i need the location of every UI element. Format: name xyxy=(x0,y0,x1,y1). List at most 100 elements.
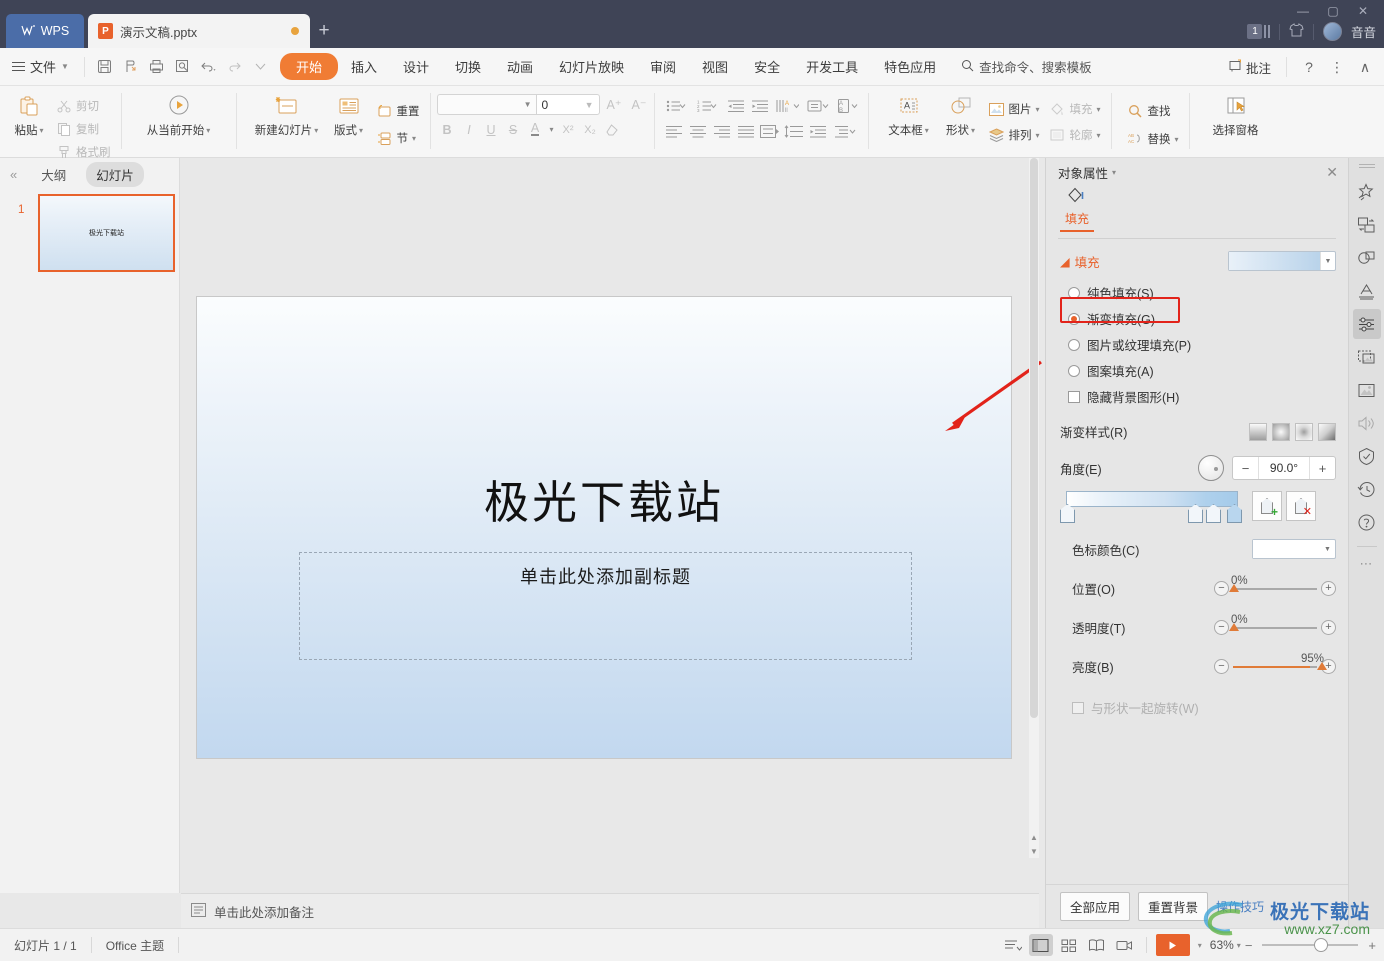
wps-home-tab[interactable]: WPS xyxy=(6,14,84,48)
new-tab-button[interactable]: + xyxy=(310,14,338,48)
stop-color-picker[interactable]: ▼ xyxy=(1252,539,1336,559)
shield-check-icon[interactable] xyxy=(1353,441,1381,471)
radio-pattern-fill[interactable]: 图案填充(A) xyxy=(1068,361,1348,380)
tab-fill[interactable]: 填充 xyxy=(1058,186,1096,232)
help-circle-icon[interactable] xyxy=(1353,507,1381,537)
find-button[interactable]: 查找 xyxy=(1124,101,1183,121)
new-slide-button[interactable]: 新建幻灯片 ▾ xyxy=(249,89,325,151)
gradient-style-linear[interactable] xyxy=(1249,422,1267,441)
angle-decrease-button[interactable]: − xyxy=(1233,457,1258,479)
radio-gradient-fill[interactable]: 渐变填充(G) xyxy=(1068,309,1348,328)
slide-sorter-button[interactable] xyxy=(1057,934,1081,956)
gradient-stop-2[interactable] xyxy=(1188,504,1203,523)
gradient-stop-1[interactable] xyxy=(1060,504,1075,523)
slideshow-options-chevron-icon[interactable]: ▾ xyxy=(1194,941,1206,950)
transition-icon[interactable] xyxy=(1353,210,1381,240)
align-center-button[interactable] xyxy=(687,121,709,141)
comment-button[interactable]: 批注 xyxy=(1222,58,1277,77)
customize-qat-icon[interactable] xyxy=(248,54,274,80)
checkbox-hide-bg-graphics[interactable]: 隐藏背景图形(H) xyxy=(1068,387,1348,406)
notes-pane[interactable]: 单击此处添加备注 xyxy=(181,893,1039,928)
columns-button[interactable] xyxy=(831,121,860,141)
cut-button[interactable]: 剪切 xyxy=(52,96,115,116)
replace-button[interactable]: AB AC 替换 ▾ xyxy=(1124,129,1183,149)
print-icon[interactable] xyxy=(144,54,170,80)
gradient-stop-4[interactable] xyxy=(1227,504,1242,523)
align-left-button[interactable] xyxy=(663,121,685,141)
gradient-style-radial[interactable] xyxy=(1272,422,1290,441)
italic-button[interactable]: I xyxy=(459,119,480,140)
justify-button[interactable] xyxy=(735,121,757,141)
convert-smartart-button[interactable]: AB xyxy=(835,96,864,116)
fill-button[interactable]: 填充 ▾ xyxy=(1046,99,1105,119)
tab-outline[interactable]: 大纲 xyxy=(31,162,76,187)
reset-button[interactable]: 重置 xyxy=(373,101,424,121)
print-preview-icon[interactable] xyxy=(170,54,196,80)
more-options-icon[interactable]: ⋮ xyxy=(1324,54,1350,80)
save-icon[interactable] xyxy=(92,54,118,80)
transparency-increase-button[interactable]: + xyxy=(1321,620,1336,635)
start-slideshow-button[interactable] xyxy=(1155,934,1190,956)
brightness-slider[interactable]: − 95% + xyxy=(1214,653,1336,676)
apply-all-button[interactable]: 全部应用 xyxy=(1060,892,1131,921)
increase-indent-button[interactable] xyxy=(749,96,771,116)
align-right-button[interactable] xyxy=(711,121,733,141)
animation-icon[interactable] xyxy=(1353,177,1381,207)
fill-color-picker[interactable]: ▼ xyxy=(1228,251,1336,271)
tab-review[interactable]: 审阅 xyxy=(637,53,689,80)
skin-tshirt-icon[interactable] xyxy=(1289,23,1304,40)
angle-value[interactable]: 90.0° xyxy=(1258,457,1310,479)
copy-button[interactable]: 复制 xyxy=(52,119,115,139)
clear-format-button[interactable] xyxy=(602,119,623,140)
distribute-button[interactable] xyxy=(759,121,781,141)
picture-button[interactable]: 图片 ▾ xyxy=(985,99,1044,119)
reset-background-button[interactable]: 重置背景 xyxy=(1138,892,1209,921)
slide-title-text[interactable]: 极光下载站 xyxy=(197,466,1011,531)
gradient-stops-bar[interactable] xyxy=(1060,491,1242,525)
gradient-style-rectangular[interactable] xyxy=(1295,422,1313,441)
maximize-button[interactable]: ▢ xyxy=(1318,2,1348,20)
angle-dial[interactable] xyxy=(1198,455,1224,481)
slide-editor[interactable]: 极光下载站 单击此处添加副标题 xyxy=(196,296,1012,759)
font-size-combo[interactable]: 0 ▼ xyxy=(535,94,600,115)
tab-view[interactable]: 视图 xyxy=(689,53,741,80)
document-tab[interactable]: P 演示文稿.pptx xyxy=(88,14,310,48)
outline-button[interactable]: 轮廓 ▾ xyxy=(1046,125,1105,145)
transparency-track[interactable]: 0% xyxy=(1229,614,1317,631)
properties-title[interactable]: 对象属性 ▾ xyxy=(1058,163,1116,182)
reading-view-button[interactable] xyxy=(1085,934,1109,956)
notes-toggle-icon[interactable] xyxy=(1001,934,1025,956)
strikethrough-button[interactable]: S xyxy=(503,119,524,140)
align-text-button[interactable] xyxy=(804,96,833,116)
close-window-button[interactable]: ✕ xyxy=(1348,2,1378,20)
brightness-track[interactable]: 95% xyxy=(1233,653,1327,670)
font-color-button[interactable]: A xyxy=(525,119,546,140)
tab-transition[interactable]: 切换 xyxy=(442,53,494,80)
zoom-slider-knob[interactable] xyxy=(1314,938,1329,952)
file-menu-button[interactable]: 文件 ▼ xyxy=(0,57,77,76)
tab-slideshow[interactable]: 幻灯片放映 xyxy=(546,53,637,80)
undo-icon[interactable] xyxy=(196,54,222,80)
fill-section-toggle[interactable]: ◢ 填充 xyxy=(1060,252,1100,271)
tab-security[interactable]: 安全 xyxy=(741,53,793,80)
position-track[interactable]: 0% xyxy=(1229,575,1317,592)
help-icon[interactable]: ? xyxy=(1296,54,1322,80)
more-tools-icon[interactable]: ⋯ xyxy=(1360,556,1374,572)
canvas-vertical-scrollbar[interactable]: ▲ ▼ xyxy=(1029,158,1039,858)
tab-developer[interactable]: 开发工具 xyxy=(793,53,871,80)
angle-increase-button[interactable]: + xyxy=(1310,457,1335,479)
zoom-slider[interactable] xyxy=(1262,938,1359,952)
add-gradient-stop-button[interactable]: + xyxy=(1252,491,1282,521)
presenter-view-button[interactable] xyxy=(1113,934,1137,956)
decrease-indent-button[interactable] xyxy=(725,96,747,116)
brightness-decrease-button[interactable]: − xyxy=(1214,659,1229,674)
zoom-level-label[interactable]: 63% ▾ xyxy=(1210,938,1241,952)
tab-start[interactable]: 开始 xyxy=(279,53,338,80)
tab-slides[interactable]: 幻灯片 xyxy=(86,161,144,187)
transparency-slider[interactable]: − 0% + xyxy=(1214,614,1336,637)
gradient-stop-3[interactable] xyxy=(1206,504,1221,523)
bullet-list-button[interactable] xyxy=(663,96,692,116)
grow-font-button[interactable]: A⁺ xyxy=(604,94,625,115)
picture-insert-icon[interactable] xyxy=(1353,375,1381,405)
tips-link[interactable]: 操作技巧 xyxy=(1216,898,1264,915)
